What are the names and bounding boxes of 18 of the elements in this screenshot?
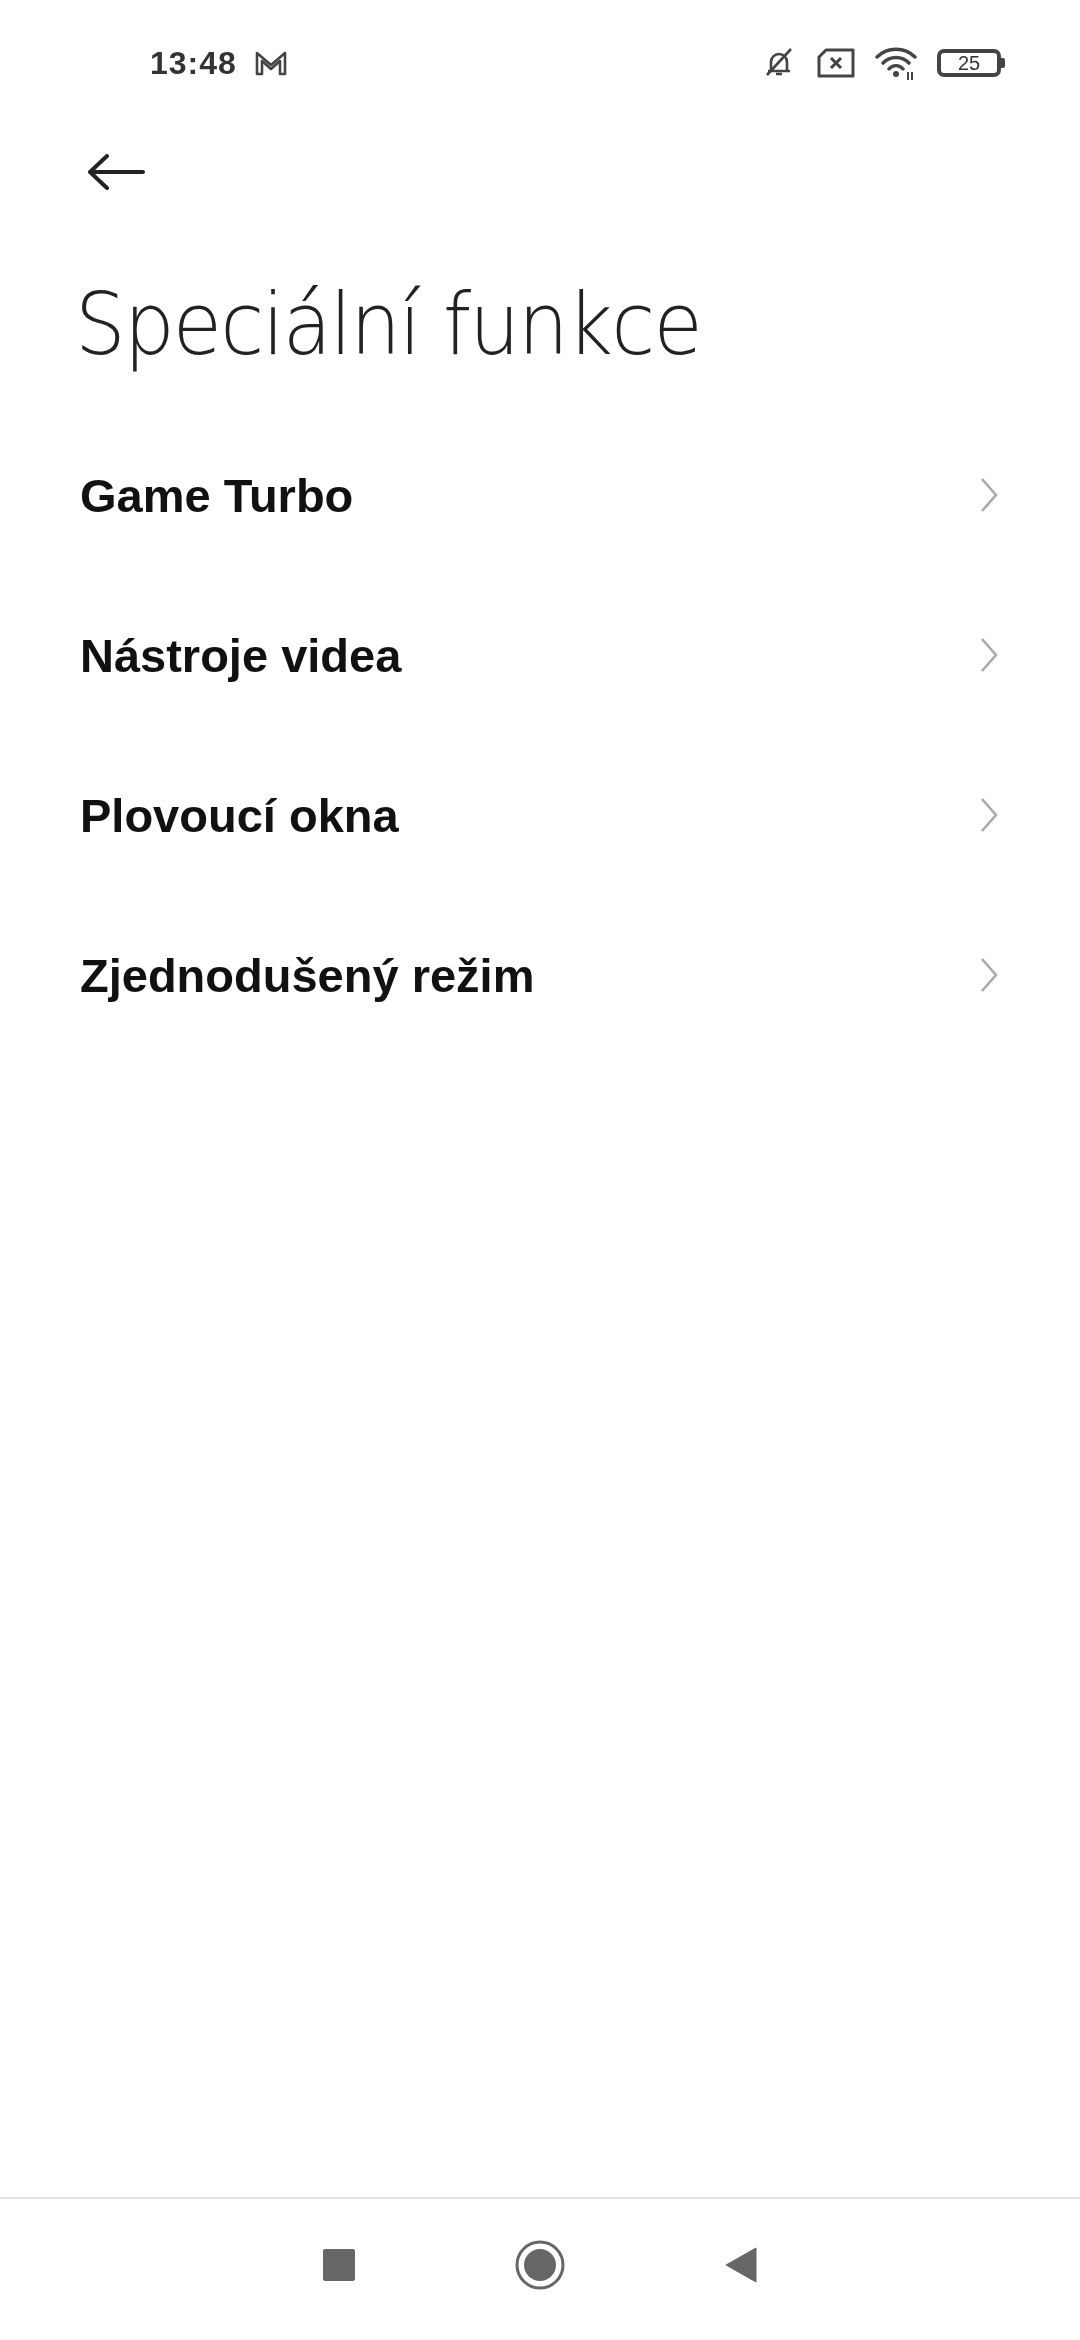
chevron-icon <box>980 797 998 833</box>
back-arrow-icon <box>87 154 145 190</box>
settings-item[interactable]: Plovoucí okna <box>0 735 1080 895</box>
page-title: Speciální funkce <box>75 273 702 376</box>
wifi-icon <box>875 46 917 80</box>
chevron-icon <box>980 477 998 513</box>
battery-level: 25 <box>957 51 981 75</box>
back-nav-button[interactable] <box>725 2246 757 2283</box>
home-button[interactable] <box>515 2239 565 2290</box>
settings-item[interactable]: Zjednodušený režim <box>0 895 1080 1055</box>
settings-item[interactable]: Nástroje videa <box>0 575 1080 735</box>
clock: 13:48 <box>150 44 237 82</box>
chevron-icon <box>980 957 998 993</box>
recents-button[interactable] <box>323 2248 355 2281</box>
chevron-icon <box>980 637 998 673</box>
no-sim-icon <box>817 48 855 78</box>
settings-item[interactable]: Game Turbo <box>0 415 1080 575</box>
mail-icon <box>254 50 287 76</box>
